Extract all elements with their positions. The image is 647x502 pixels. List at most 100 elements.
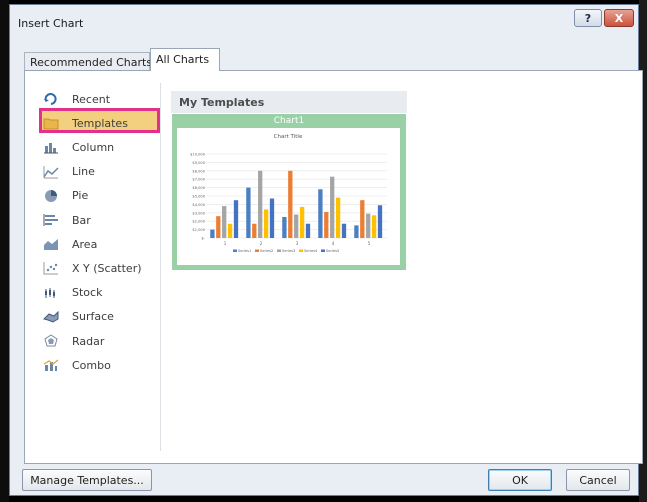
category-label: Pie [72, 189, 89, 203]
category-radar[interactable]: Radar [43, 331, 104, 351]
bar-series2-3 [288, 170, 293, 238]
help-button[interactable]: ? [574, 9, 602, 27]
category-label: Column [72, 140, 115, 154]
legend-swatch [277, 249, 281, 252]
all-charts-panel: Recent Templates Column Line Pie Bar Area X Y (… [24, 70, 643, 464]
bar-series1-3 [282, 217, 287, 238]
x-tick-label: 3 [296, 241, 299, 246]
bar-series1-1 [210, 229, 215, 238]
sidebar-divider [160, 83, 161, 451]
y-tick-label: $2,000 [192, 220, 205, 224]
y-tick-label: $- [201, 237, 205, 241]
template-thumbnail[interactable]: Chart1 Chart Title $10,000 $9,000 $8,000 $7,… [172, 114, 406, 270]
bar-chart-icon [43, 213, 59, 227]
tab-recommended-charts[interactable]: Recommended Charts [24, 52, 152, 71]
category-label: Combo [72, 358, 111, 372]
bar-series4-2 [263, 209, 269, 238]
bar-series2-2 [252, 223, 257, 238]
bar-series1-4 [318, 189, 323, 238]
x-tick-label: 4 [332, 241, 335, 246]
bar-series4-3 [299, 206, 305, 238]
category-label: Bar [72, 213, 91, 227]
template-chart: Chart Title $10,000 $9,000 $8,000 $7,000 $6,0… [190, 134, 387, 253]
category-area[interactable]: Area [43, 234, 97, 254]
cancel-button[interactable]: Cancel [566, 469, 630, 491]
close-icon: X [614, 11, 624, 25]
group-header: My Templates [171, 91, 407, 113]
dialog-title: Insert Chart [18, 17, 84, 30]
y-tick-label: $5,000 [192, 195, 205, 199]
bar-series3-3 [294, 214, 299, 238]
y-tick-label: $9,000 [192, 161, 205, 165]
x-tick-label: 2 [260, 241, 263, 246]
category-x-y-scatter[interactable]: X Y (Scatter) [43, 258, 142, 278]
y-tick-label: $4,000 [192, 203, 205, 207]
y-tick-label: $1,000 [192, 228, 205, 232]
bar-series4-5 [371, 215, 377, 238]
template-preview: Chart Title $10,000 $9,000 $8,000 $7,000 $6,0… [177, 128, 400, 265]
bar-series4-1 [227, 223, 233, 238]
template-name: Chart1 [273, 116, 305, 126]
help-icon: ? [584, 11, 592, 25]
category-label: X Y (Scatter) [72, 261, 142, 275]
stock-chart-icon [43, 286, 59, 300]
category-stock[interactable]: Stock [43, 283, 102, 303]
category-pie[interactable]: Pie [43, 186, 88, 206]
category-label: Line [72, 165, 95, 179]
legend-swatch [299, 249, 303, 252]
chart-title: Chart Title [274, 134, 303, 140]
close-button[interactable]: X [604, 9, 634, 27]
bar-series2-4 [324, 211, 329, 238]
category-label: Surface [72, 310, 114, 324]
y-tick-label: $7,000 [192, 178, 205, 182]
y-tick-label: $6,000 [192, 186, 205, 190]
legend-swatch [233, 249, 237, 252]
bar-series4-4 [335, 197, 341, 238]
area-chart-icon [43, 237, 59, 251]
category-label: Stock [72, 286, 103, 300]
category-surface[interactable]: Surface [43, 307, 114, 327]
legend-label: Series5 [326, 249, 339, 253]
legend-label: Series3 [282, 249, 295, 253]
bar-series1-5 [354, 225, 359, 238]
column-chart-icon [43, 140, 59, 154]
category-bar[interactable]: Bar [43, 210, 91, 230]
x-tick-label: 5 [368, 241, 371, 246]
legend-label: Series4 [304, 249, 318, 253]
category-label: Area [72, 237, 98, 251]
bar-series3-1 [222, 206, 227, 238]
legend-label: Series2 [260, 249, 273, 253]
category-recent[interactable]: Recent [43, 89, 110, 109]
bar-series2-1 [216, 216, 221, 238]
bar-series3-4 [330, 176, 335, 238]
background-left [0, 0, 9, 502]
radar-chart-icon [43, 334, 59, 348]
tab-all-charts[interactable]: All Charts [150, 48, 220, 71]
bar-series5-4 [341, 223, 347, 238]
category-combo[interactable]: Combo [43, 355, 111, 375]
category-templates[interactable]: Templates [43, 113, 128, 133]
insert-chart-dialog: Insert Chart ? X Recommended Charts All … [9, 4, 643, 496]
y-tick-label: $3,000 [192, 211, 205, 215]
line-chart-icon [43, 165, 59, 179]
legend-swatch [321, 249, 325, 252]
y-tick-label: $8,000 [192, 169, 205, 173]
bar-series5-5 [377, 205, 383, 238]
category-column[interactable]: Column [43, 137, 114, 157]
category-label: Templates [72, 116, 128, 130]
scatter-chart-icon [43, 261, 59, 275]
bar-series5-3 [305, 223, 311, 238]
category-line[interactable]: Line [43, 162, 95, 182]
manage-templates-button[interactable]: Manage Templates... [22, 469, 152, 491]
folder-icon [43, 116, 59, 130]
title-bar: Insert Chart ? X [10, 5, 638, 39]
y-tick-label: $10,000 [190, 153, 206, 157]
category-label: Recent [72, 92, 111, 106]
legend-label: Series1 [238, 249, 251, 253]
recent-icon [43, 92, 59, 106]
bar-series5-1 [233, 200, 239, 238]
surface-chart-icon [43, 310, 59, 324]
combo-chart-icon [43, 358, 59, 372]
legend-swatch [255, 249, 259, 252]
ok-button[interactable]: OK [488, 469, 552, 491]
